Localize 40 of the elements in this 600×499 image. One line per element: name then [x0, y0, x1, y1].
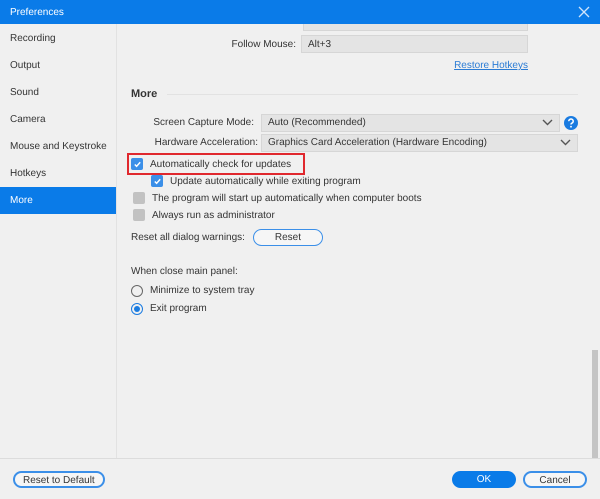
chevron-down-icon [542, 119, 553, 126]
radio-button[interactable] [131, 302, 143, 314]
checkbox-label: Always run as administrator [152, 208, 275, 222]
checkbox-label: Update automatically while exiting program [170, 174, 361, 188]
field-label: Follow Mouse: [230, 38, 297, 52]
checkbox[interactable] [133, 192, 145, 204]
checkbox-label: The program will start up automatically when computer boots [152, 192, 422, 206]
field-label: Screen Capture Mode: [152, 116, 255, 130]
hotkey-field[interactable] [303, 24, 528, 31]
ok-button[interactable]: OK [452, 470, 516, 488]
dropdown[interactable]: Auto (Recommended) [261, 114, 560, 132]
sidebar-item[interactable]: More [0, 187, 116, 214]
field-label: Hardware Acceleration: [154, 136, 259, 150]
close-icon[interactable] [578, 6, 590, 18]
reset-to-default-button[interactable]: Reset to Default [13, 470, 105, 488]
dropdown[interactable]: Graphics Card Acceleration (Hardware Encoding) [261, 134, 578, 152]
checkbox-label: Automatically check for updates [150, 158, 292, 172]
scrollbar-thumb[interactable] [592, 350, 598, 458]
section-heading: More [131, 87, 158, 102]
cancel-button[interactable]: Cancel [523, 470, 587, 488]
radio-label: Exit program [150, 302, 207, 316]
group-label: When close main panel: [131, 264, 239, 278]
help-icon[interactable] [564, 116, 578, 130]
window-title: Preferences [10, 6, 64, 20]
restore-hotkeys-link[interactable]: Restore Hotkeys [454, 58, 528, 73]
radio-label: Minimize to system tray [150, 284, 254, 298]
radio-button[interactable] [131, 284, 143, 296]
checkbox[interactable] [151, 175, 163, 187]
sidebar-item[interactable]: Camera [0, 106, 116, 133]
reset-button[interactable]: Reset [252, 228, 323, 246]
sidebar-item[interactable]: Hotkeys [0, 160, 116, 187]
checkbox[interactable] [133, 209, 145, 221]
chevron-down-icon [560, 139, 571, 146]
sidebar-item[interactable]: Recording [0, 25, 116, 52]
sidebar-item[interactable]: Output [0, 52, 116, 79]
sidebar-item[interactable]: Sound [0, 79, 116, 106]
hotkey-field[interactable]: Alt+3 [301, 35, 528, 53]
checkbox[interactable] [131, 158, 143, 170]
field-label: Reset all dialog warnings: [131, 230, 245, 244]
sidebar-item[interactable]: Mouse and Keystroke [0, 133, 116, 160]
